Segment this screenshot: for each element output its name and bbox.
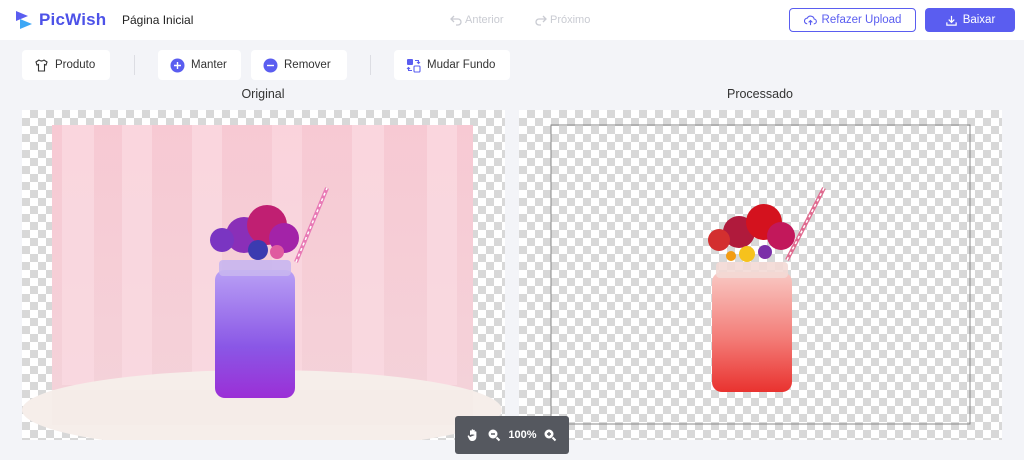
shirt-icon	[35, 58, 48, 72]
zoom-out-icon[interactable]	[487, 428, 501, 442]
remover-label: Remover	[284, 59, 331, 71]
home-link[interactable]: Página Inicial	[122, 13, 193, 27]
undo-label: Anterior	[465, 14, 504, 26]
cloud-upload-icon	[803, 15, 817, 25]
processed-title: Processado	[726, 87, 793, 101]
mudar-fundo-label: Mudar Fundo	[427, 59, 496, 71]
redo-icon	[535, 15, 547, 26]
toolbar-divider	[134, 55, 135, 75]
undo-icon	[450, 15, 462, 26]
redo-label: Próximo	[550, 14, 591, 26]
original-photo	[22, 125, 502, 440]
manter-label: Manter	[191, 59, 227, 71]
produto-label: Produto	[55, 59, 96, 71]
top-header: PicWish Página Inicial Anterior Próximo …	[0, 0, 1024, 40]
download-label: Baixar	[962, 14, 996, 26]
redo-button[interactable]: Próximo	[535, 14, 590, 26]
reupload-button[interactable]: Refazer Upload	[789, 8, 916, 32]
plus-circle-icon	[170, 58, 185, 72]
download-button[interactable]: Baixar	[925, 8, 1015, 32]
swap-background-icon	[406, 58, 421, 73]
original-title: Original	[241, 87, 285, 101]
manter-button[interactable]: Manter	[158, 50, 241, 80]
zoom-level: 100%	[508, 429, 537, 441]
undo-button[interactable]: Anterior	[450, 14, 504, 26]
processed-image-panel[interactable]	[519, 110, 1002, 440]
processed-photo	[550, 124, 971, 425]
picwish-logo-icon	[16, 11, 32, 29]
zoom-in-icon[interactable]	[543, 428, 557, 442]
minus-circle-icon	[263, 58, 278, 72]
app-name: PicWish	[39, 10, 107, 29]
app-logo[interactable]: PicWish	[14, 9, 106, 31]
download-icon	[945, 15, 957, 26]
remover-button[interactable]: Remover	[251, 50, 347, 80]
zoom-toolbar: 100%	[455, 416, 569, 454]
mudar-fundo-button[interactable]: Mudar Fundo	[394, 50, 510, 80]
toolbar-divider	[370, 55, 371, 75]
hand-icon[interactable]	[466, 428, 480, 442]
produto-button[interactable]: Produto	[22, 50, 110, 80]
original-image-panel[interactable]	[22, 110, 505, 440]
reupload-label: Refazer Upload	[821, 14, 902, 26]
